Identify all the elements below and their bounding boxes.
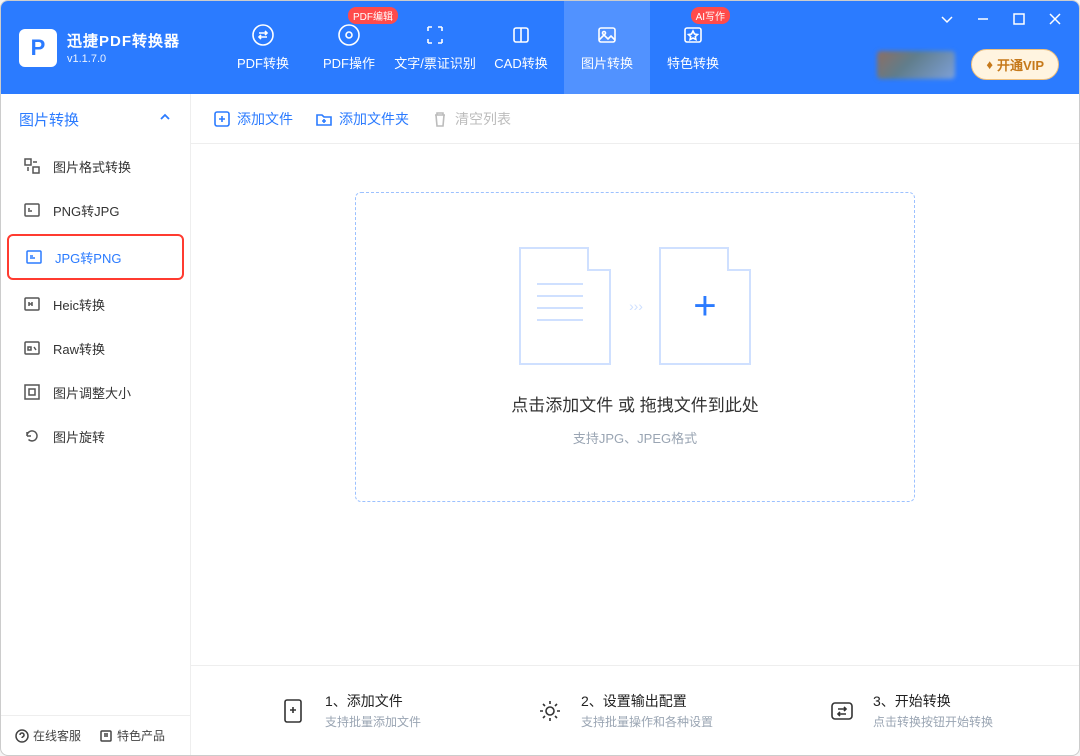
- window-controls: [931, 7, 1071, 31]
- sidebar-item-label: 图片调整大小: [53, 383, 131, 402]
- sidebar-item-label: Raw转换: [53, 339, 105, 358]
- star-icon: [681, 23, 705, 47]
- add-folder-button[interactable]: 添加文件夹: [315, 109, 409, 129]
- nav-ocr[interactable]: 文字/票证识别: [392, 1, 478, 94]
- clear-list-button[interactable]: 清空列表: [431, 109, 511, 129]
- nav-pdf-op[interactable]: PDF编辑 PDF操作: [306, 1, 392, 94]
- drop-zone[interactable]: › › › + 点击添加文件 或 拖拽文件到此处 支持JPG、JPEG格式: [355, 192, 915, 502]
- convert-icon: [825, 694, 859, 728]
- sidebar: 图片转换 图片格式转换 PNG转JPG JPG转PNG He: [1, 94, 191, 755]
- step-sub: 支持批量添加文件: [325, 713, 421, 730]
- add-file-icon: [277, 694, 311, 728]
- close-button[interactable]: [1039, 7, 1071, 31]
- nav-label: PDF操作: [323, 53, 375, 72]
- drop-text-primary: 点击添加文件 或 拖拽文件到此处: [511, 391, 758, 416]
- sidebar-item-image-format[interactable]: 图片格式转换: [1, 144, 190, 188]
- nav-label: 特色转换: [667, 53, 719, 72]
- step-1: 1、添加文件支持批量添加文件: [277, 691, 421, 730]
- app-name: 迅捷PDF转换器: [67, 30, 180, 51]
- add-file-button[interactable]: 添加文件: [213, 109, 293, 129]
- avatar[interactable]: [877, 51, 955, 79]
- step-2: 2、设置输出配置支持批量操作和各种设置: [533, 691, 713, 730]
- canvas: › › › + 点击添加文件 或 拖拽文件到此处 支持JPG、JPEG格式: [191, 144, 1079, 665]
- support-link[interactable]: 在线客服: [15, 727, 81, 744]
- badge-ai-write: AI写作: [691, 7, 730, 24]
- chevron-up-icon: [158, 110, 172, 128]
- main-panel: 添加文件 添加文件夹 清空列表: [191, 94, 1079, 755]
- drop-text-secondary: 支持JPG、JPEG格式: [573, 428, 697, 447]
- add-folder-label: 添加文件夹: [339, 109, 409, 129]
- chevron-right-icon: › › ›: [629, 298, 641, 314]
- sidebar-item-resize[interactable]: 图片调整大小: [1, 370, 190, 414]
- app-window: P 迅捷PDF转换器 v1.1.7.0 PDF转换 PDF编辑 PDF操作 文字…: [0, 0, 1080, 756]
- step-sub: 支持批量操作和各种设置: [581, 713, 713, 730]
- user-area: ♦ 开通VIP: [877, 49, 1059, 80]
- logo-block: P 迅捷PDF转换器 v1.1.7.0: [19, 29, 180, 67]
- sidebar-item-png2jpg[interactable]: PNG转JPG: [1, 188, 190, 232]
- badge-pdf-edit: PDF编辑: [348, 7, 398, 24]
- app-version: v1.1.7.0: [67, 53, 180, 65]
- featured-link[interactable]: 特色产品: [99, 727, 165, 744]
- gear-icon: [533, 694, 567, 728]
- vip-label: 开通VIP: [997, 55, 1044, 74]
- step-sub: 点击转换按钮开始转换: [873, 713, 993, 730]
- minimize-button[interactable]: [967, 7, 999, 31]
- step-3: 3、开始转换点击转换按钮开始转换: [825, 691, 993, 730]
- sidebar-item-label: JPG转PNG: [55, 248, 121, 267]
- drop-icons: › › › +: [519, 247, 751, 365]
- app-logo-icon: P: [19, 29, 57, 67]
- sidebar-item-label: 图片旋转: [53, 427, 105, 446]
- sidebar-footer: 在线客服 特色产品: [1, 715, 190, 755]
- file-plus-icon: +: [659, 247, 751, 365]
- toolbar: 添加文件 添加文件夹 清空列表: [191, 94, 1079, 144]
- sidebar-list: 图片格式转换 PNG转JPG JPG转PNG Heic转换 Raw转换: [1, 144, 190, 715]
- add-file-label: 添加文件: [237, 109, 293, 129]
- sidebar-title: 图片转换: [19, 109, 79, 130]
- sidebar-header[interactable]: 图片转换: [1, 94, 190, 144]
- cad-icon: [509, 23, 533, 47]
- nav-label: 图片转换: [581, 53, 633, 72]
- diamond-icon: ♦: [986, 57, 993, 72]
- vip-button[interactable]: ♦ 开通VIP: [971, 49, 1059, 80]
- gear-circle-icon: [337, 23, 361, 47]
- step-title: 1、添加文件: [325, 691, 421, 711]
- sidebar-item-rotate[interactable]: 图片旋转: [1, 414, 190, 458]
- sidebar-item-label: PNG转JPG: [53, 201, 119, 220]
- header-bar: P 迅捷PDF转换器 v1.1.7.0 PDF转换 PDF编辑 PDF操作 文字…: [1, 1, 1079, 94]
- dropdown-button[interactable]: [931, 7, 963, 31]
- image-icon: [595, 23, 619, 47]
- top-nav: PDF转换 PDF编辑 PDF操作 文字/票证识别 CAD转换 图片转换 AI写…: [220, 1, 736, 94]
- clear-list-label: 清空列表: [455, 109, 511, 129]
- sidebar-item-label: 图片格式转换: [53, 157, 131, 176]
- nav-cad[interactable]: CAD转换: [478, 1, 564, 94]
- nav-special[interactable]: AI写作 特色转换: [650, 1, 736, 94]
- step-title: 2、设置输出配置: [581, 691, 713, 711]
- sidebar-item-raw[interactable]: Raw转换: [1, 326, 190, 370]
- scan-icon: [423, 23, 447, 47]
- sidebar-item-heic[interactable]: Heic转换: [1, 282, 190, 326]
- maximize-button[interactable]: [1003, 7, 1035, 31]
- steps-bar: 1、添加文件支持批量添加文件 2、设置输出配置支持批量操作和各种设置 3、开始转…: [191, 665, 1079, 755]
- sidebar-item-jpg2png[interactable]: JPG转PNG: [7, 234, 184, 280]
- nav-pdf-convert[interactable]: PDF转换: [220, 1, 306, 94]
- sidebar-item-label: Heic转换: [53, 295, 105, 314]
- body: 图片转换 图片格式转换 PNG转JPG JPG转PNG He: [1, 94, 1079, 755]
- file-doc-icon: [519, 247, 611, 365]
- step-title: 3、开始转换: [873, 691, 993, 711]
- swap-icon: [251, 23, 275, 47]
- nav-label: 文字/票证识别: [394, 53, 476, 72]
- nav-image-convert[interactable]: 图片转换: [564, 1, 650, 94]
- nav-label: CAD转换: [494, 53, 547, 72]
- nav-label: PDF转换: [237, 53, 289, 72]
